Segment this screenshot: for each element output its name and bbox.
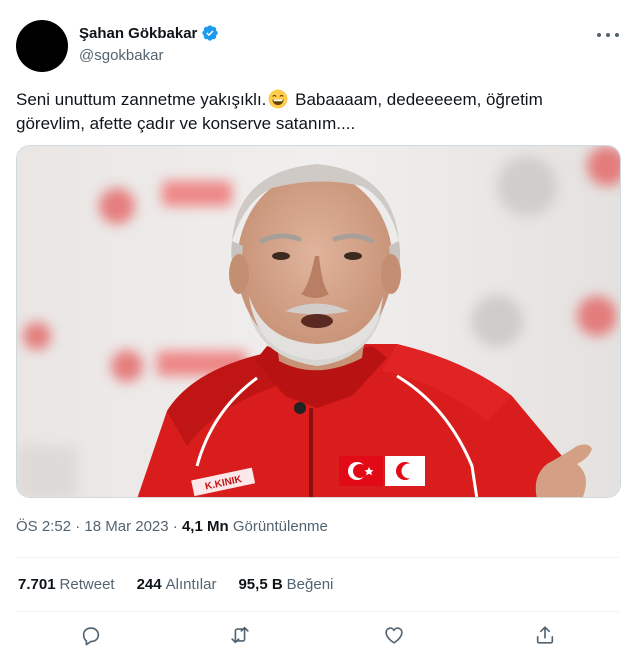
likes-count: 95,5 B [238,576,283,593]
tweet-stats: 7.701 Retweet 244 Alıntılar 95,5 B Beğeni [18,576,355,593]
tweet-text-part-1: Seni unuttum zannetme yakışıklı. [16,90,267,109]
quotes-label: Alıntılar [165,576,217,593]
retweet-icon[interactable] [229,624,255,650]
share-icon[interactable] [534,624,560,650]
quotes-stat[interactable]: 244 Alıntılar [137,576,217,593]
quotes-count: 244 [136,576,162,593]
author-name-row: Şahan Gökbakar [79,24,219,42]
retweets-label: Retweet [59,576,115,593]
reply-icon[interactable] [80,624,106,650]
avatar[interactable] [16,20,68,72]
retweets-count: 7.701 [18,576,56,593]
views-label: Görüntülenme [232,518,328,535]
tweet-date[interactable]: 18 Mar 2023 [84,518,168,535]
divider [16,557,619,558]
retweets-stat[interactable]: 7.701 Retweet [18,576,115,593]
photo-illustration: K.KINIK [17,146,620,497]
likes-stat[interactable]: 95,5 B Beğeni [238,576,333,593]
meta-separator-2: · [172,518,178,535]
author-handle[interactable]: @sgokbakar [79,47,163,64]
likes-label: Beğeni [286,576,334,593]
verified-badge-icon [202,25,219,41]
tweet-time[interactable]: ÖS 2:52 [16,518,71,535]
author-display-name[interactable]: Şahan Gökbakar [79,25,197,42]
grinning-face-with-smiling-eyes-icon [268,89,288,109]
more-options-icon[interactable] [597,26,619,44]
tweet-text: Seni unuttum zannetme yakışıklı. Babaaaa… [16,88,616,136]
like-icon[interactable] [383,624,409,650]
tweet-meta: ÖS 2:52 · 18 Mar 2023 · 4,1 Mn Görüntüle… [16,518,328,535]
divider [16,611,619,612]
views-count: 4,1 Mn [181,518,229,535]
meta-separator-1: · [75,518,81,535]
tweet-action-bar [0,624,635,654]
tweet-photo[interactable]: K.KINIK [16,145,621,498]
tweet-header: Şahan Gökbakar @sgokbakar [16,18,619,72]
